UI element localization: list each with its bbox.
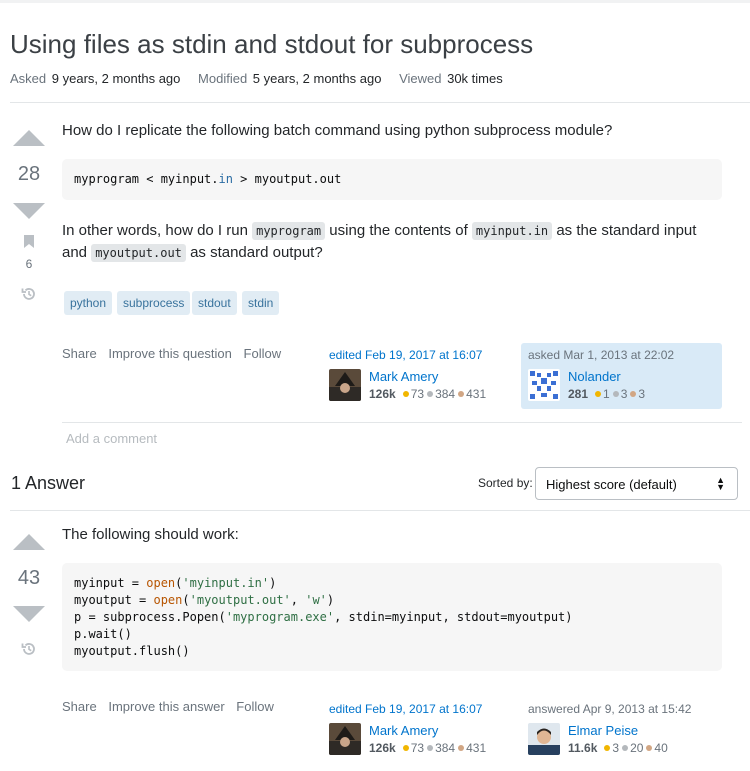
answer-score: 43 — [17, 567, 41, 589]
sort-select[interactable]: Highest score (default) ▲ ▼ — [535, 467, 738, 500]
improve-answer-link[interactable]: Improve this answer — [108, 699, 224, 714]
answer-post-menu: Share Improve this answer Follow — [62, 699, 282, 714]
tag-subprocess[interactable]: subprocess — [117, 291, 191, 315]
question-body-intro: How do I replicate the following batch c… — [62, 122, 613, 139]
question-code-block: myprogram < myinput.in > myoutput.out — [62, 159, 722, 200]
inline-code-myoutput: myoutput.out — [91, 244, 186, 262]
owner-username[interactable]: Nolander — [568, 369, 621, 384]
comments-divider — [62, 422, 742, 423]
viewed-label: Viewed — [399, 71, 442, 86]
history-icon[interactable] — [21, 286, 37, 302]
tag-stdin[interactable]: stdin — [242, 291, 280, 315]
share-link[interactable]: Share — [62, 699, 97, 714]
add-comment-link[interactable]: Add a comment — [66, 431, 157, 446]
answered-timestamp: answered Apr 9, 2013 at 15:42 — [528, 702, 692, 716]
improve-question-link[interactable]: Improve this question — [108, 346, 232, 361]
answer-body-intro: The following should work: — [62, 526, 239, 543]
edited-timestamp[interactable]: edited Feb 19, 2017 at 16:07 — [329, 348, 505, 362]
editor-reputation: 126k 73 384 431 — [369, 387, 487, 401]
modified-label: Modified — [198, 71, 248, 86]
inline-code-myinput: myinput.in — [471, 222, 553, 240]
asked-label: Asked — [10, 71, 47, 86]
question-title[interactable]: Using files as stdin and stdout for subp… — [10, 29, 533, 60]
avatar[interactable] — [329, 369, 361, 401]
answer-upvote-button[interactable] — [13, 534, 45, 550]
tag-stdout[interactable]: stdout — [192, 291, 237, 315]
tag-python[interactable]: python — [64, 291, 113, 315]
question-owner-card: asked Mar 1, 2013 at 22:02 Nolander 281 1… — [521, 343, 722, 409]
question-upvote-button[interactable] — [13, 130, 45, 146]
answer-editor-card: edited Feb 19, 2017 at 16:07 Mark Amery … — [322, 697, 512, 763]
question-downvote-button[interactable] — [13, 203, 45, 219]
top-border — [0, 0, 750, 3]
owner-reputation: 281 1 3 3 — [568, 387, 646, 401]
bookmark-icon[interactable] — [24, 235, 34, 248]
answers-count-heading: 1 Answer — [11, 473, 86, 493]
answer-owner-username[interactable]: Elmar Peise — [568, 723, 638, 738]
select-caret-icon: ▲ ▼ — [716, 475, 725, 492]
identicon-avatar[interactable] — [528, 369, 560, 401]
sort-select-value: Highest score (default) — [546, 477, 677, 492]
viewed-value: 30k times — [447, 71, 503, 86]
history-icon[interactable] — [21, 641, 37, 657]
answer-owner-reputation: 11.6k 3 20 40 — [568, 741, 668, 755]
avatar[interactable] — [329, 723, 361, 755]
answer-owner-card: answered Apr 9, 2013 at 15:42 Elmar Peis… — [521, 697, 722, 763]
question-post-menu: Share Improve this question Follow — [62, 346, 289, 361]
question-editor-card: edited Feb 19, 2017 at 16:07 Mark Amery … — [322, 343, 512, 409]
follow-link[interactable]: Follow — [236, 699, 274, 714]
editor-username[interactable]: Mark Amery — [369, 723, 438, 738]
question-meta: Asked 9 years, 2 months ago Modified 5 y… — [10, 71, 517, 86]
modified-value[interactable]: 5 years, 2 months ago — [253, 71, 382, 86]
share-link[interactable]: Share — [62, 346, 97, 361]
question-body-detail: In other words, how do I run myprogram u… — [62, 222, 697, 262]
answers-divider — [10, 510, 750, 511]
sorted-by-label: Sorted by: — [478, 476, 533, 490]
editor-username[interactable]: Mark Amery — [369, 369, 438, 384]
answer-code-block: myinput = open('myinput.in') myoutput = … — [62, 563, 722, 671]
editor-reputation: 126k 73 384 431 — [369, 741, 487, 755]
asked-value: 9 years, 2 months ago — [51, 71, 181, 86]
follow-link[interactable]: Follow — [244, 346, 282, 361]
header-divider — [10, 102, 750, 103]
edited-timestamp[interactable]: edited Feb 19, 2017 at 16:07 — [329, 702, 505, 716]
question-score: 28 — [17, 163, 41, 185]
avatar[interactable] — [528, 723, 560, 755]
inline-code-myprogram: myprogram — [252, 222, 326, 240]
answer-downvote-button[interactable] — [13, 606, 45, 622]
asked-timestamp: asked Mar 1, 2013 at 22:02 — [528, 348, 675, 362]
bookmark-count: 6 — [25, 257, 33, 271]
